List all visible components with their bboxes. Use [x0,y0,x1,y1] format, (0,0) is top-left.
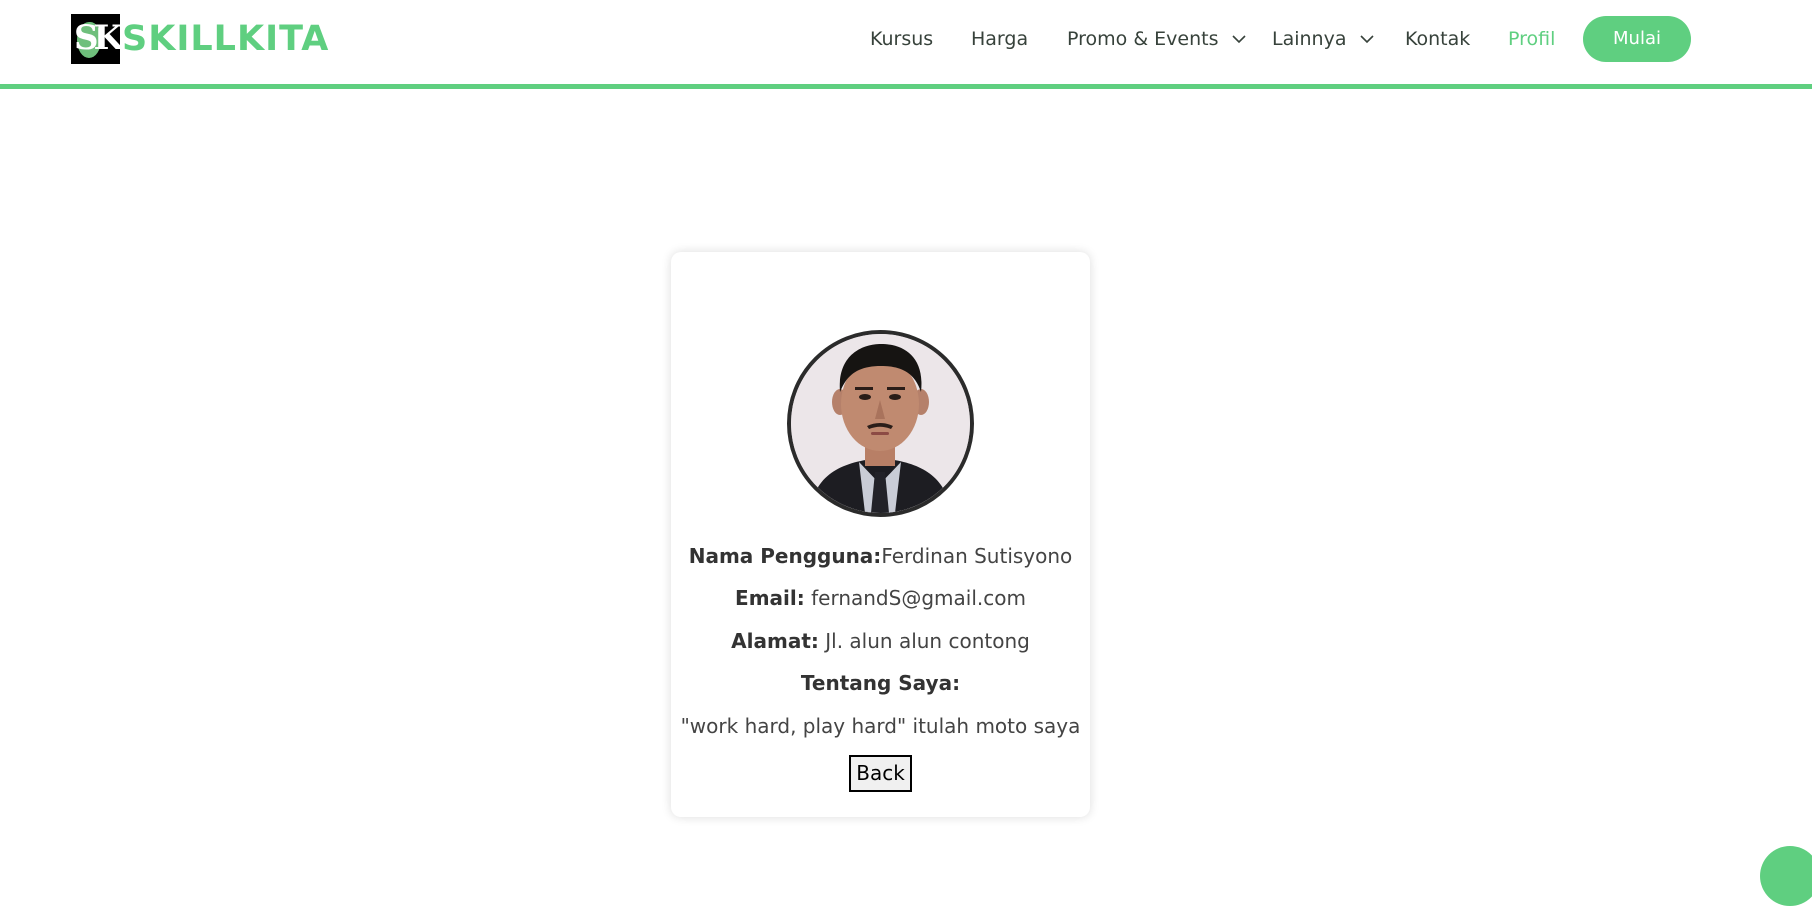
username-label: Nama Pengguna: [688,544,882,568]
chevron-down-icon [1359,15,1374,61]
nav-item-kontak[interactable]: Kontak [1405,16,1470,62]
address-value: Jl. alun alun contong [825,629,1030,653]
nav-item-promo-events[interactable]: Promo & Events [1067,16,1246,62]
username-row: Nama Pengguna:Ferdinan Sutisyono [671,544,1090,568]
back-button[interactable]: Back [849,755,912,792]
email-value: fernandS@gmail.com [811,586,1026,610]
about-label: Tentang Saya: [800,671,961,695]
address-row: Alamat: Jl. alun alun contong [671,629,1090,653]
chevron-down-icon [1231,15,1246,61]
about-heading: Tentang Saya: [671,671,1090,695]
nav-label: Kursus [870,28,934,50]
mulai-button[interactable]: Mulai [1583,16,1691,62]
nav-item-lainnya[interactable]: Lainnya [1272,16,1374,62]
nav-item-profil[interactable]: Profil [1508,16,1555,62]
nav-item-kursus[interactable]: Kursus [870,16,933,62]
scroll-top-button[interactable] [1760,846,1812,906]
nav-label: Profil [1508,28,1556,50]
nav-label: Promo & Events [1067,28,1219,50]
username-value: Ferdinan Sutisyono [881,544,1073,568]
about-text: "work hard, play hard" itulah moto saya [680,714,1081,738]
main-nav: Kursus Harga Promo & Events Lainnya Kont… [0,16,1812,62]
nav-item-harga[interactable]: Harga [971,16,1028,62]
nav-label: Harga [971,28,1029,50]
profile-photo [791,334,970,513]
site-header: SK SKILLKITA Kursus Harga Promo & Events… [0,0,1812,86]
address-label: Alamat: [731,629,819,653]
email-label: Email: [735,586,805,610]
nav-label: Kontak [1405,28,1471,50]
profile-avatar [787,330,974,517]
nav-label: Lainnya [1272,28,1347,50]
email-row: Email: fernandS@gmail.com [671,586,1090,610]
header-divider [0,84,1812,89]
